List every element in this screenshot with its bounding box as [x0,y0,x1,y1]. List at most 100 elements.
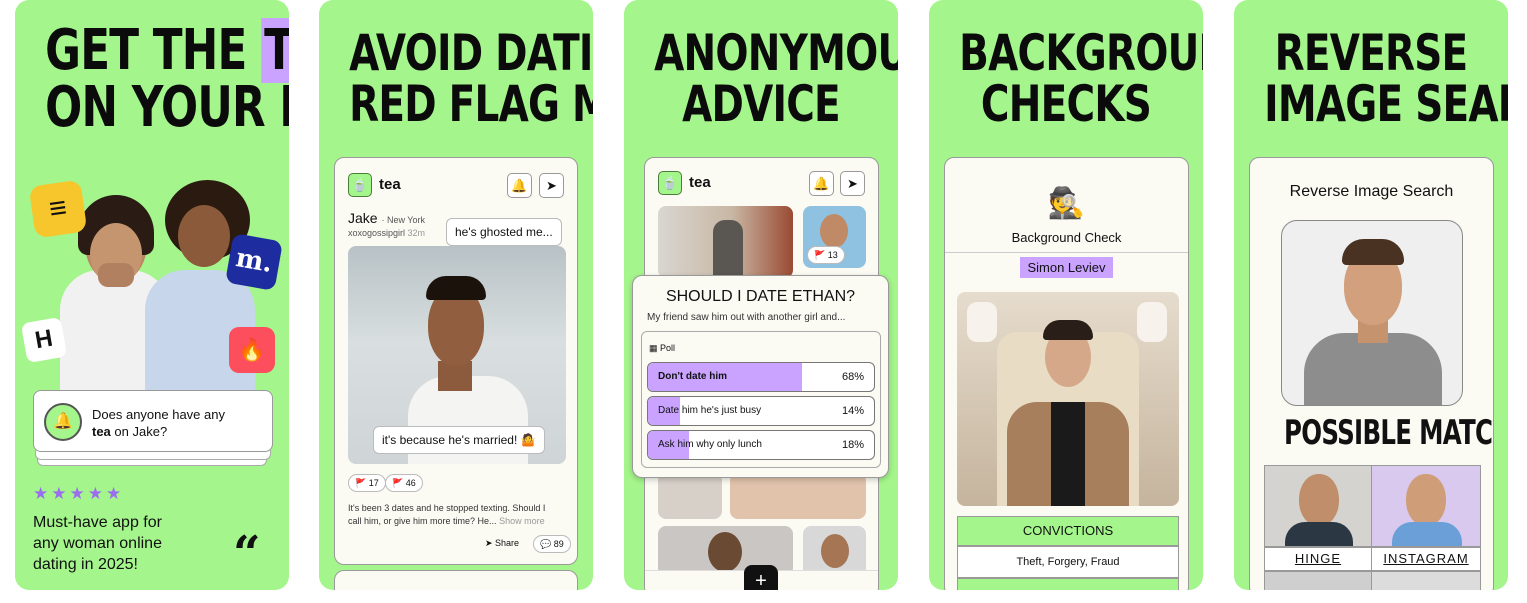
panel-background-checks: BACKGROUND CHECKS 🕵️ Background Check Si… [929,0,1203,590]
match-badge: m. [225,233,283,291]
poll-option-label: Don't date him [658,371,728,382]
feed-thumbnail[interactable] [658,473,722,519]
poll-label-text: Poll [660,343,676,353]
headline-line-1: REVERSE [1274,24,1469,82]
bumble-badge: ≡ [28,179,88,239]
headline-line-1: ANONYMOUS [654,24,898,82]
panel-5-headline: REVERSE IMAGE SEARCH [1264,24,1508,133]
match-photo-hinge[interactable] [1264,465,1372,547]
red-flag-count[interactable]: 🚩 46 [385,474,423,492]
tagline-line-1: Must-have app for [33,514,162,531]
feed-card: 🍵 tea 🔔 ➤ Jake · New York xoxogossipgirl… [334,157,578,565]
comment-count[interactable]: 💬 89 [533,535,571,553]
next-post-card [334,570,578,590]
share-button[interactable]: ➤ Share [485,538,519,549]
green-flag-value: 17 [368,478,379,488]
question-card[interactable]: 🔔 Does anyone have any tea on Jake? [33,390,273,452]
headline-line-1: BACKGROUND [959,24,1203,82]
ghosted-bubble: he's ghosted me... [446,218,562,246]
poll-option-value: 18% [841,439,864,451]
panel-anonymous-advice: ANONYMOUS ADVICE 🍵 tea 🔔 ➤ 🚩 13 + SHOULD… [624,0,898,590]
send-icon[interactable]: ➤ [840,171,865,196]
headline-line-2: ADVICE [682,75,841,133]
thumb-flag-value: 13 [827,250,838,260]
post-body-line-2: call him, or give him more time? He... [348,516,497,526]
poll-option-value: 14% [841,405,864,417]
matches-title: POSSIBLE MATCHES [1284,413,1493,453]
bell-icon[interactable]: 🔔 [809,171,834,196]
send-icon[interactable]: ➤ [539,173,564,198]
panel-1-headline: GET THE TEA ON YOUR DATE [45,18,289,141]
headline-line-1: AVOID DATING [349,24,593,82]
poll-option[interactable]: Date him he's just busy 14% [647,396,875,426]
panel-red-flag-men: AVOID DATING RED FLAG MEN 🍵 tea 🔔 ➤ Jake… [319,0,593,590]
question-text: Does anyone have any tea on Jake? [92,406,225,440]
headline-line-1: GET THE [45,18,261,83]
feed-thumbnail[interactable] [803,526,866,576]
post-body-line-1: It's been 3 dates and he stopped texting… [348,503,546,513]
poll-option[interactable]: Don't date him 68% [647,362,875,392]
poll-option-value: 68% [841,371,864,383]
match-photo-instagram[interactable] [1371,465,1481,547]
logo-text: tea [689,174,711,191]
logo-text: tea [379,176,401,193]
quote-icon: “ [233,526,261,582]
star-icon: ★ [51,484,67,503]
tea-logo-icon: 🍵 [348,173,372,197]
green-flag-count[interactable]: 🚩 17 [348,474,386,492]
card-title: Background Check [1011,230,1122,245]
bell-icon[interactable]: 🔔 [507,173,532,198]
card-title: Reverse Image Search [1289,183,1454,200]
panel-reverse-image-search: REVERSE IMAGE SEARCH Reverse Image Searc… [1234,0,1508,590]
tea-logo-icon: 🍵 [658,171,682,195]
headline-accent: TEA [260,18,289,83]
background-check-card: 🕵️ Background Check Simon Leviev CONVICT… [944,157,1189,590]
reverse-search-card: Reverse Image Search POSSIBLE MATCHES HI… [1249,157,1494,590]
panel-4-headline: BACKGROUND CHECKS [959,24,1203,133]
convictions-value: Theft, Forgery, Fraud [957,546,1179,578]
detective-icon: 🕵️ [1047,187,1086,220]
show-more-link[interactable]: Show more [499,516,545,526]
convictions-header: CONVICTIONS [957,516,1179,546]
post-body: It's been 3 dates and he stopped texting… [348,502,545,528]
match-label-instagram[interactable]: INSTAGRAM [1371,547,1481,571]
headline-line-2: ON YOUR DATE [45,75,289,141]
red-flag-value: 46 [405,478,416,488]
headline-line-2: RED FLAG MEN [349,75,593,133]
post-name-text: Jake [348,210,378,226]
poll-subtitle: My friend saw him out with another girl … [647,312,846,323]
match-label-hinge[interactable]: HINGE [1264,547,1372,571]
poll-title: SHOULD I DATE ETHAN? [665,288,856,305]
headline-line-2: CHECKS [980,75,1152,133]
poll-option-label: Ask him why only lunch [658,439,762,450]
search-photo[interactable] [1281,220,1463,406]
feed-thumbnail[interactable] [730,473,866,519]
poll-label: ▦ Poll [649,343,676,353]
add-post-button[interactable]: + [744,565,778,590]
share-label: Share [495,538,520,548]
poll-popup: SHOULD I DATE ETHAN? My friend saw him o… [632,275,889,478]
feed-thumbnail[interactable]: 🚩 13 [803,206,866,268]
bell-icon: 🔔 [44,403,82,441]
question-bold: tea [92,424,111,439]
star-icon: ★ [87,484,103,503]
tagline: Must-have app for any woman online datin… [33,512,162,575]
headline-line-2: IMAGE SEARCH [1264,75,1508,133]
tagline-line-2: any woman online [33,535,162,552]
married-bubble: it's because he's married! 🤷 [373,426,545,454]
feed-thumbnail[interactable] [658,206,793,278]
post-name: Jake · New York [348,210,425,226]
subject-photo[interactable] [957,292,1179,506]
panel-2-headline: AVOID DATING RED FLAG MEN [349,24,593,133]
post-user: xoxogossipgirl 32m [348,228,425,238]
hinge-badge: H [20,316,68,364]
poll-option[interactable]: Ask him why only lunch 18% [647,430,875,460]
tagline-line-3: dating in 2025! [33,556,138,573]
subject-name-text: Simon Leviev [1020,257,1113,278]
tinder-badge: 🔥 [229,327,275,373]
star-icon: ★ [33,484,49,503]
thumb-flag-count: 🚩 13 [807,246,845,264]
panel-3-headline: ANONYMOUS ADVICE [654,24,898,133]
panel-get-the-tea: GET THE TEA ON YOUR DATE ≡ m. H 🔥 🔔 Does… [15,0,289,590]
post-username: xoxogossipgirl [348,228,406,238]
